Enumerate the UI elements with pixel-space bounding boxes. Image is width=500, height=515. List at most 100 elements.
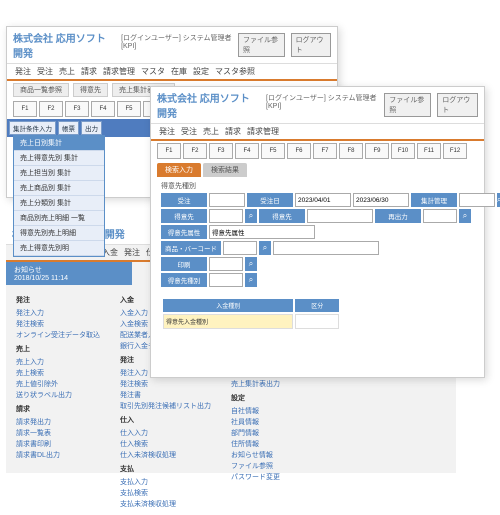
date-from-input[interactable] [295,193,351,207]
menu-link[interactable]: 支払検索 [120,488,211,498]
crumb-item[interactable]: 商品一覧参照 [13,83,69,97]
dropdown-item[interactable]: 得意先別売上明細 [14,226,104,241]
menu-link[interactable]: 売上値引除外 [16,379,100,389]
order-input[interactable] [209,193,245,207]
form-title: 得意先種別 [161,181,474,191]
menu-item[interactable]: 請求管理 [103,66,135,77]
logout-button[interactable]: ログアウト [291,33,331,57]
fkey[interactable]: F3 [209,143,233,159]
fkey[interactable]: F7 [313,143,337,159]
date-to-input[interactable] [353,193,409,207]
menu-item[interactable]: 受注 [181,126,197,137]
dropdown-item[interactable]: 売上担当別 集計 [14,166,104,181]
fkey[interactable]: F1 [13,101,37,117]
fkey[interactable]: F10 [391,143,415,159]
menu-link[interactable]: 売上検索 [16,368,100,378]
menu-link[interactable]: 売上集計表出力 [231,379,287,389]
menu-link[interactable]: 送り状ラベル出力 [16,390,100,400]
search-icon[interactable]: ⌕ [245,209,257,223]
logout-button[interactable]: ログアウト [437,93,478,117]
menu-link[interactable]: 請求書印刷 [16,439,100,449]
menu-link[interactable]: 取引先別発注候補リスト出力 [120,401,211,411]
menu-link[interactable]: 発注入力 [16,308,100,318]
dropdown-item[interactable]: 売上得意先別 集計 [14,151,104,166]
menu-item[interactable]: 在庫 [171,66,187,77]
menu-item[interactable]: 請求管理 [247,126,279,137]
menu-link[interactable]: 仕入未済検収処理 [120,450,211,460]
search-icon[interactable]: ⌕ [459,209,471,223]
fkey[interactable]: F2 [39,101,63,117]
menu-link[interactable]: パスワード変更 [231,472,287,482]
fkey[interactable]: F6 [287,143,311,159]
reprint-input[interactable] [423,209,457,223]
fkey[interactable]: F3 [65,101,89,117]
fkey[interactable]: F2 [183,143,207,159]
menu-link[interactable]: 部門情報 [231,428,287,438]
menu-link[interactable]: 支払入力 [120,477,211,487]
search-icon[interactable]: ⌕ [259,241,271,255]
menu-link[interactable]: 請求発出力 [16,417,100,427]
tabs: 検索入力 検索結果 [151,161,484,177]
menu-item[interactable]: 発注 [159,126,175,137]
print-input[interactable] [209,257,243,271]
customer-code-input[interactable] [209,209,243,223]
attr-input[interactable] [209,225,315,239]
menu-item[interactable]: 受注 [37,66,53,77]
menu-link[interactable]: 仕入検索 [120,439,211,449]
menu-item[interactable]: 発注 [15,66,31,77]
menu-link[interactable]: 発注検索 [120,379,211,389]
dropdown-item[interactable]: 売上分類別 集計 [14,196,104,211]
crumb-item[interactable]: 得意先 [73,83,108,97]
menu-link[interactable]: 自社情報 [231,406,287,416]
dropdown-item[interactable]: 商品別売上明細 一覧 [14,211,104,226]
fkey[interactable]: F12 [443,143,467,159]
toolbar-button[interactable]: 出力 [81,121,102,135]
fkey[interactable]: F4 [91,101,115,117]
tab-inactive[interactable]: 検索結果 [203,163,247,177]
menu-link[interactable]: 仕入入力 [120,428,211,438]
menu-link[interactable]: 発注書 [120,390,211,400]
file-button[interactable]: ファイル参照 [384,93,431,117]
menu-item[interactable]: マスタ参照 [215,66,255,77]
menu-link[interactable]: 請求書DL出力 [16,450,100,460]
fkey[interactable]: F1 [157,143,181,159]
menu-link[interactable]: 支払未済検収処理 [120,499,211,509]
menu-link[interactable]: 社員情報 [231,417,287,427]
dropdown-item[interactable]: 売上得意先別明 [14,241,104,256]
toolbar-button[interactable]: 集計条件入力 [9,121,56,135]
menu-item[interactable]: 設定 [193,66,209,77]
fkey[interactable]: F8 [339,143,363,159]
menu-item[interactable]: 売上 [203,126,219,137]
menu-link[interactable]: お知らせ情報 [231,450,287,460]
menu-link[interactable]: 売上入力 [16,357,100,367]
fkey[interactable]: F9 [365,143,389,159]
type-input[interactable] [209,273,243,287]
search-icon[interactable]: ⌕ [245,273,257,287]
fkey[interactable]: F5 [117,101,141,117]
tab-active[interactable]: 検索入力 [157,163,201,177]
app-logo: 株式会社 応用ソフト開発 [157,90,258,120]
menu-link[interactable]: 住所情報 [231,439,287,449]
menu-item[interactable]: 請求 [81,66,97,77]
menu-item[interactable]: 売上 [59,66,75,77]
dropdown-title[interactable]: 売上日別集計 [14,136,104,151]
search-icon[interactable]: ⌕ [245,257,257,271]
customer-name-input[interactable] [307,209,373,223]
fkey[interactable]: F5 [261,143,285,159]
menu-item[interactable]: マスタ [141,66,165,77]
menu-link[interactable]: オンライン受注データ取込 [16,330,100,340]
product-name-input[interactable] [273,241,379,255]
menu-link[interactable]: ファイル参照 [231,461,287,471]
menu-link[interactable]: 請求一覧表 [16,428,100,438]
fkey[interactable]: F4 [235,143,259,159]
dropdown-item[interactable]: 売上商品別 集計 [14,181,104,196]
fkey[interactable]: F11 [417,143,441,159]
menu-item[interactable]: 請求 [225,126,241,137]
table-row[interactable]: 得意先入金種別 [163,314,339,329]
product-code-input[interactable] [223,241,257,255]
menu-item[interactable]: 発注 [124,247,140,258]
toolbar-button[interactable]: 帳票 [58,121,79,135]
file-button[interactable]: ファイル参照 [238,33,285,57]
menu-link[interactable]: 発注検索 [16,319,100,329]
group-input[interactable] [459,193,495,207]
